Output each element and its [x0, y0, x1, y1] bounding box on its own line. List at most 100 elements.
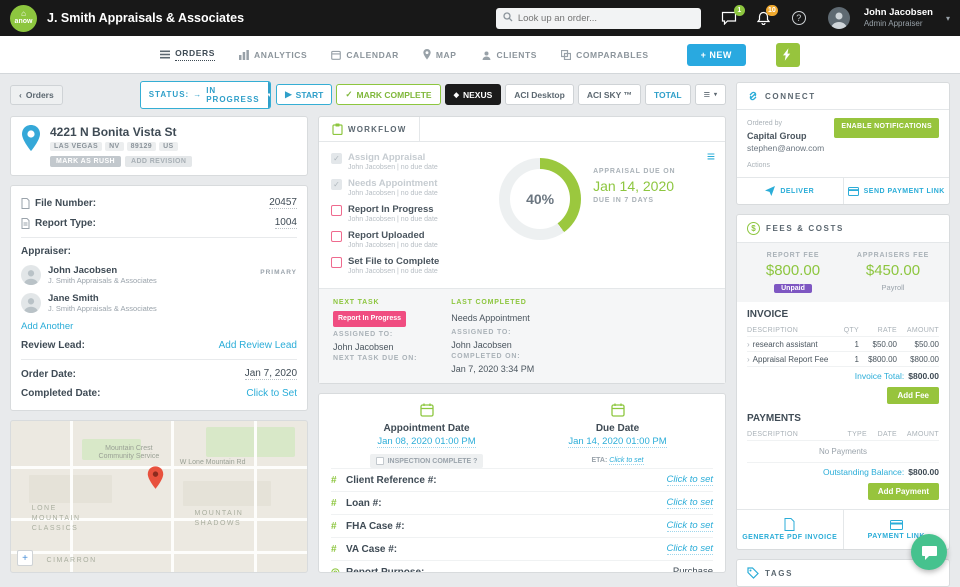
tab-clients[interactable]: CLIENTS [481, 50, 538, 60]
status-dropdown[interactable]: STATUS: → IN PROGRESS ▾ [140, 81, 271, 109]
appraiser-fee-label: APPRAISERS FEE [847, 252, 939, 259]
col-rate: RATE [859, 327, 897, 334]
workflow-tab[interactable]: WORKFLOW [319, 117, 420, 141]
total-button[interactable]: TOTAL [645, 84, 691, 105]
property-address-card: 4221 N Bonita Vista St LAS VEGAS NV 8912… [10, 116, 308, 176]
tab-map[interactable]: MAP [423, 49, 457, 60]
user-role: Admin Appraiser [864, 18, 933, 29]
clipboard-icon [332, 123, 343, 135]
add-payment-button[interactable]: Add Payment [868, 483, 939, 500]
appraiser-row[interactable]: Jane Smith J. Smith Appraisals & Associa… [21, 289, 297, 317]
appraiser-fee-amount: $450.00 [847, 262, 939, 279]
ordered-by-email[interactable]: stephen@anow.com [747, 142, 824, 154]
map-zoom-button[interactable]: + [17, 550, 33, 566]
quick-action-button[interactable] [776, 43, 800, 67]
send-payment-link-button[interactable]: SEND PAYMENT LINK [843, 178, 950, 204]
deliver-label: DELIVER [780, 188, 814, 195]
tab-label: ANALYTICS [254, 50, 307, 60]
due-date-value[interactable]: Jan 14, 2020 01:00 PM [568, 436, 666, 448]
tab-label: ORDERS [175, 48, 215, 61]
mark-complete-button[interactable]: ✓ MARK COMPLETE [336, 84, 440, 105]
user-avatar[interactable] [828, 7, 850, 29]
invoice-row[interactable]: ›Appraisal Report Fee 1 $800.00 $800.00 [747, 351, 939, 366]
aci-desktop-button[interactable]: ACI Desktop [505, 84, 574, 105]
tab-calendar[interactable]: CALENDAR [331, 50, 399, 60]
map-pin-icon [423, 49, 431, 60]
workflow-step[interactable]: ✓ Needs AppointmentJohn Jacobsen | no du… [331, 178, 499, 198]
workflow-step[interactable]: Set File to CompleteJohn Jacobsen | no d… [331, 256, 499, 276]
order-date-value[interactable]: Jan 7, 2020 [245, 368, 297, 380]
messages-button[interactable]: 1 [721, 11, 737, 25]
anow-logo[interactable]: ⌂ anow [10, 5, 37, 32]
add-another-link[interactable]: Add Another [21, 321, 73, 332]
payroll-label: Payroll [882, 283, 905, 292]
hash-icon: # [331, 521, 346, 532]
due-in-label: DUE IN 7 DAYS [593, 197, 675, 204]
status-caret[interactable]: ▾ [268, 82, 272, 108]
checkbox-empty-icon[interactable] [331, 257, 342, 268]
eta-value[interactable]: Click to set [609, 457, 643, 465]
appraiser-company: J. Smith Appraisals & Associates [48, 304, 157, 313]
order-search[interactable] [496, 8, 701, 29]
aci-sky-button[interactable]: ACI SKY ™ [578, 84, 641, 105]
ordered-by-label: Ordered by [747, 118, 824, 130]
add-review-lead-link[interactable]: Add Review Lead [219, 340, 297, 351]
toolbar-menu-button[interactable]: ≡ ▾ [695, 84, 726, 105]
start-button[interactable]: ▶ START [276, 84, 332, 105]
property-address[interactable]: 4221 N Bonita Vista St [50, 125, 192, 139]
invoice-row[interactable]: ›research assistant 1 $50.00 $50.00 [747, 336, 939, 351]
checkbox-empty-icon[interactable] [331, 231, 342, 242]
workflow-step[interactable]: Report UploadedJohn Jacobsen | no due da… [331, 230, 499, 250]
nexus-button[interactable]: ◆ NEXUS [445, 84, 502, 105]
add-fee-button[interactable]: Add Fee [887, 387, 939, 404]
step-sub: John Jacobsen | no due date [348, 215, 438, 224]
deliver-button[interactable]: DELIVER [737, 178, 843, 204]
unpaid-badge[interactable]: Unpaid [774, 284, 812, 293]
field-value[interactable]: Click to set [667, 543, 713, 555]
field-value[interactable]: Click to set [667, 497, 713, 509]
report-type-value[interactable]: 1004 [275, 217, 297, 229]
tab-comparables[interactable]: COMPARABLES [561, 50, 649, 60]
paper-plane-icon [765, 186, 775, 196]
help-button[interactable]: ? [792, 11, 806, 25]
checkbox-checked-icon[interactable]: ✓ [331, 153, 342, 164]
user-name: John Jacobsen [864, 7, 933, 18]
step-label: Assign Appraisal [348, 152, 438, 163]
tab-analytics[interactable]: ANALYTICS [239, 50, 307, 60]
chevron-down-icon: ▾ [714, 91, 717, 98]
field-value[interactable]: Click to set [667, 520, 713, 532]
field-value[interactable]: Click to set [667, 474, 713, 486]
messages-badge: 1 [734, 5, 745, 16]
chevron-left-icon: ‹ [19, 90, 22, 100]
payments-title: PAYMENTS [747, 413, 939, 424]
workflow-menu-icon[interactable]: ≡ [707, 148, 715, 164]
checkbox-empty-icon[interactable] [331, 205, 342, 216]
search-input[interactable] [518, 13, 694, 24]
inspection-complete-checkbox[interactable]: INSPECTION COMPLETE ? [370, 454, 484, 468]
chat-fab-button[interactable] [911, 534, 947, 570]
appointment-date-value[interactable]: Jan 08, 2020 01:00 PM [377, 436, 475, 448]
fees-title: FEES & COSTS [766, 224, 844, 233]
mark-as-rush-button[interactable]: MARK AS RUSH [50, 156, 121, 167]
notifications-button[interactable]: 10 [757, 11, 770, 25]
checkbox-checked-icon[interactable]: ✓ [331, 179, 342, 190]
workflow-step[interactable]: ✓ Assign AppraisalJohn Jacobsen | no due… [331, 152, 499, 172]
workflow-step[interactable]: Report In ProgressJohn Jacobsen | no due… [331, 204, 499, 224]
add-revision-button[interactable]: ADD REVISION [125, 156, 192, 167]
nexus-icon: ◆ [454, 91, 459, 99]
property-map[interactable]: Mountain Crest Community Service W Lone … [10, 420, 308, 573]
user-menu[interactable]: John Jacobsen Admin Appraiser [864, 7, 933, 29]
file-number-value[interactable]: 20457 [269, 197, 297, 209]
generate-pdf-invoice-button[interactable]: GENERATE PDF INVOICE [737, 510, 843, 549]
property-pin-icon[interactable] [147, 466, 164, 493]
enable-notifications-button[interactable]: ENABLE NOTIFICATIONS [834, 118, 939, 138]
tab-orders[interactable]: ORDERS [160, 48, 215, 61]
appraiser-row[interactable]: John Jacobsen J. Smith Appraisals & Asso… [21, 261, 297, 289]
completed-date-value[interactable]: Click to Set [246, 388, 297, 399]
back-to-orders-button[interactable]: ‹ Orders [10, 85, 63, 105]
report-icon [21, 218, 30, 229]
invoice-amount: $50.00 [897, 340, 939, 349]
new-order-button[interactable]: + NEW [687, 44, 746, 66]
field-label: Loan #: [346, 498, 382, 509]
field-value[interactable]: Purchase [673, 566, 713, 573]
